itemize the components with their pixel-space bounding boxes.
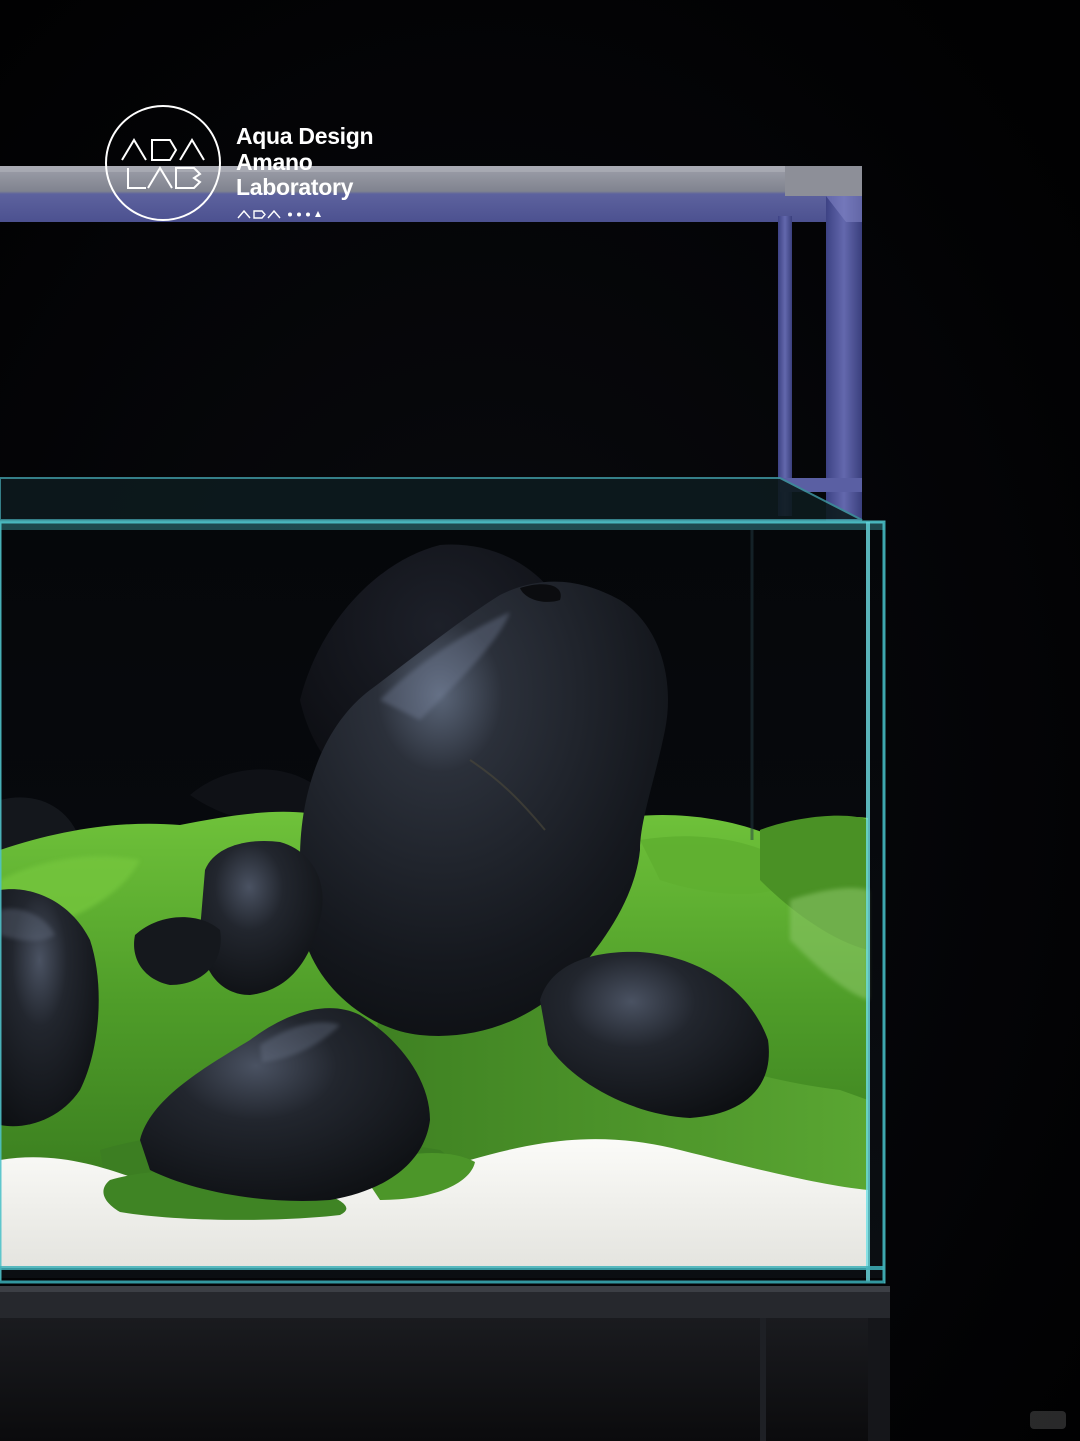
- logo-wordmark: Aqua Design Amano Laboratory: [236, 123, 374, 201]
- logo-line-1: Aqua Design: [236, 123, 374, 149]
- ada-lab-emblem-icon: [105, 105, 221, 221]
- tank-back-rim: [0, 477, 863, 521]
- xiaohongshu-watermark-icon: [1030, 1411, 1066, 1429]
- logo-line-2: Amano: [236, 148, 313, 175]
- logo-line-3: Laboratory: [236, 174, 354, 200]
- ada-small-wordmark-icon: [237, 209, 321, 219]
- ada-logo: Aqua Design Amano Laboratory: [104, 104, 404, 224]
- aquarium-stand: [0, 1286, 890, 1441]
